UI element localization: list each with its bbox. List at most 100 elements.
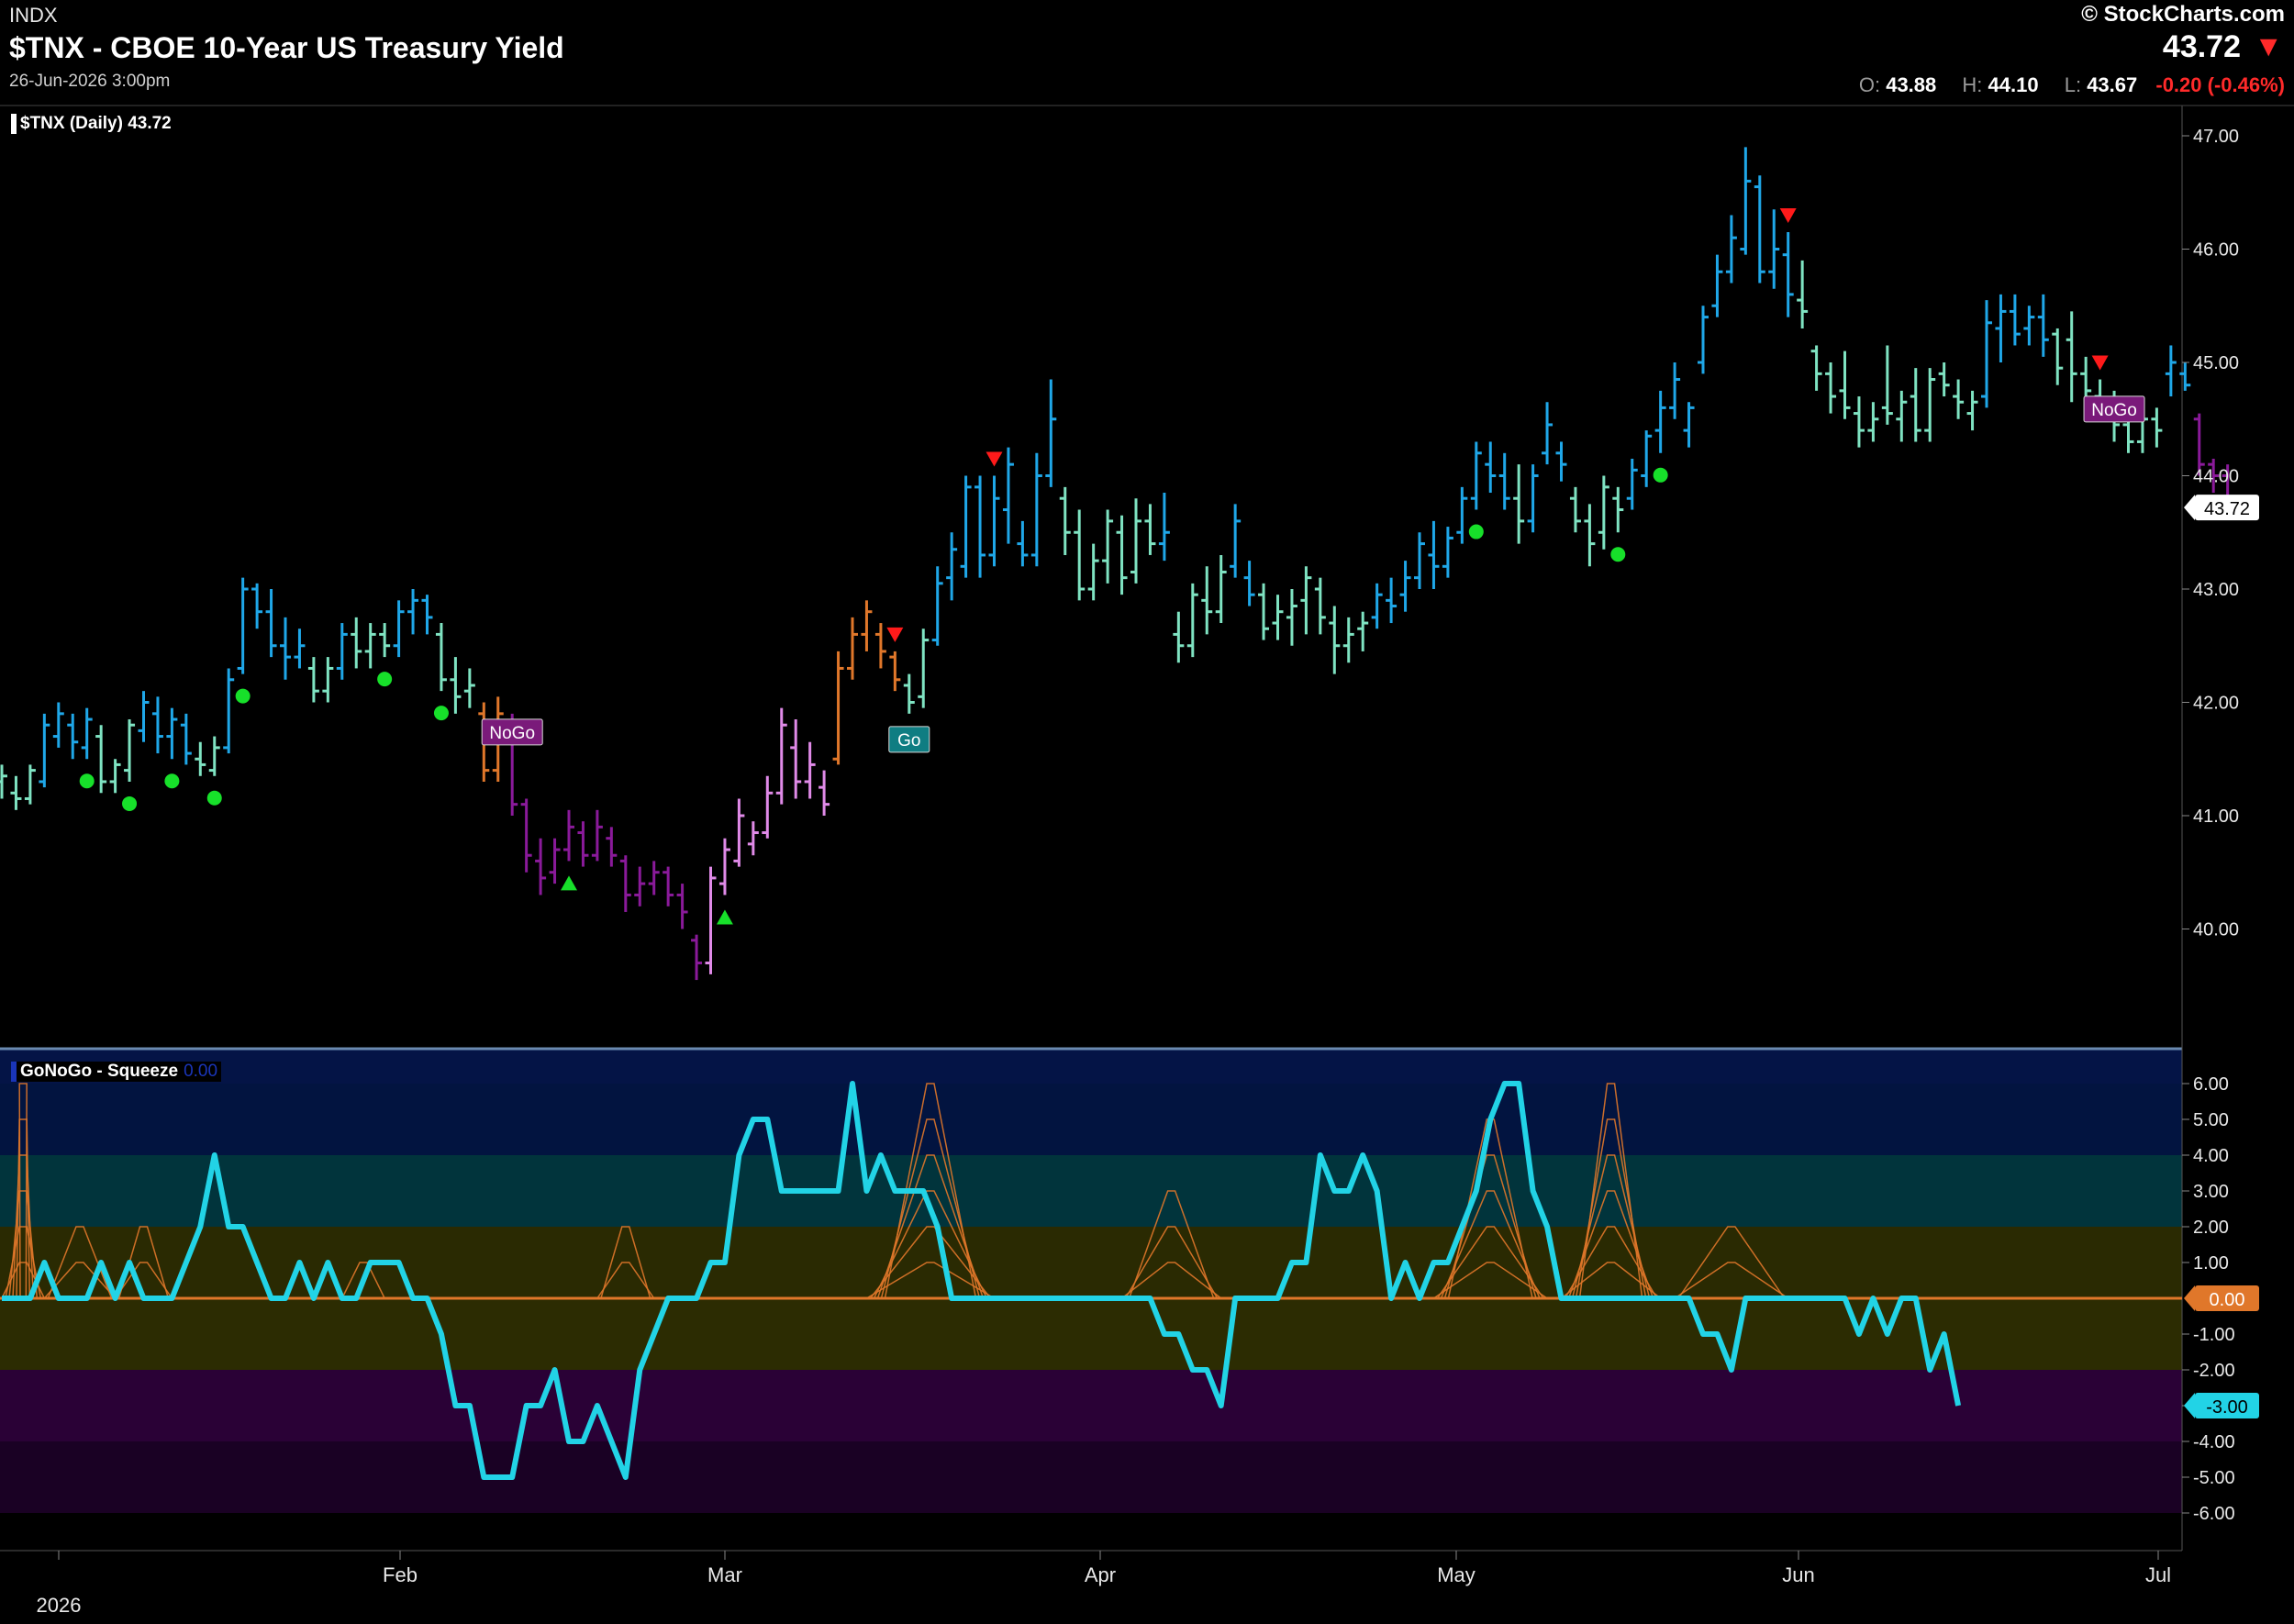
badge-text: 43.72 [2204,499,2250,519]
price-tick-label: 42.00 [2193,694,2239,714]
ohlc-bar [691,934,703,981]
ohlc-bar [1669,362,1681,419]
ohlc-bar [180,713,192,765]
down-triangle-marker [1779,207,1797,223]
up-triangle-marker [716,909,733,925]
ohlc-bar [1300,566,1312,635]
ohlc-bar [1186,583,1198,658]
price-tick-label: 45.00 [2193,353,2239,373]
ohlc-bar [520,798,532,873]
ohlc-bar [861,600,873,651]
ohlc-bar [1995,294,2007,362]
signal-flags: NoGo Go NoGo [481,395,2145,753]
zone-band-0 [0,1048,2182,1084]
price-bars [0,147,2233,981]
down-triangle-marker [886,627,904,642]
ohlc-bar [804,741,816,799]
ohlc-bar [1598,475,1609,550]
zero-value-badge: 0.00 [2184,1285,2259,1311]
ohlc-bar [1158,493,1170,562]
ohlc-bar [832,651,844,765]
ohlc-bar [874,623,886,669]
price-tick-label: 41.00 [2193,806,2239,827]
ohlc-bar [733,798,745,867]
ohlc-bar [918,628,930,708]
go-dot-marker [235,688,251,704]
ohlc-bar [1144,504,1156,555]
ohlc-bar [1258,583,1270,640]
nogo-flag: NoGo [481,718,543,746]
ohlc-bar [1342,617,1354,663]
down-triangle-marker [2091,355,2109,371]
year-label: 2026 [37,1594,82,1617]
osc-tick-label: 3.00 [2193,1182,2229,1202]
ohlc-bar [1074,509,1086,601]
ohlc-bar [1683,402,1695,448]
ohlc-bar [1641,430,1653,487]
ohlc-bar [931,566,943,646]
flag-label: NoGo [489,724,535,743]
ohlc-bar [549,838,561,884]
go-dot-marker [1468,524,1484,539]
price-tick-label: 46.00 [2193,240,2239,261]
ohlc-bar [1740,147,1752,255]
ohlc-bar [676,884,688,929]
ohlc-bar [2165,345,2177,397]
ohlc-bar [208,736,220,776]
ohlc-bar [1754,175,1765,284]
ohlc-bar [81,707,93,760]
go-dot-marker [164,773,180,789]
go-dot-marker [433,706,449,721]
ohlc-bar [1201,566,1213,635]
go-dot-marker [1653,467,1668,483]
ohlc-bar [1116,515,1128,595]
x-tick-label: Jul [2145,1563,2171,1586]
ohlc-bar [960,475,972,578]
chart-canvas: NoGo Go NoGo 40.00 41.00 42.00 43.00 44.00 45.0… [0,105,2294,1617]
badge-pointer [2184,495,2195,521]
ohlc-bar [1626,458,1638,510]
ohlc-bar [818,770,830,816]
ohlc-bar [463,668,475,708]
price-tick-label: 43.00 [2193,580,2239,600]
ohlc-bar [322,657,334,703]
ohlc-bar [1555,441,1567,482]
ohlc-bar [535,838,547,895]
ohlc-bar [1442,527,1453,578]
ohlc-bar [166,707,178,760]
ohlc-bar [2052,328,2064,385]
ohlc-bar [1059,486,1071,555]
ohlc-bar [1910,368,1921,442]
ohlc-bar [889,651,901,692]
ohlc-bar [379,623,391,658]
ohlc-bar [563,809,574,862]
ohlc-bar [946,532,958,601]
ohlc-bar [151,696,163,754]
x-tick-label: Mar [707,1563,742,1586]
ohlc-bar [1768,209,1780,289]
ohlc-bar [351,617,362,669]
x-tick-label: May [1437,1563,1476,1586]
ohlc-bar [1654,390,1666,453]
ohlc-bar [1130,498,1141,584]
flag-label: NoGo [2091,401,2137,420]
ohlc-bar [1498,452,1510,510]
ohlc-bar [1030,452,1042,567]
badge-pointer [2184,1393,2195,1418]
ohlc-bar [1513,464,1525,544]
ohlc-bar [1797,260,1809,328]
osc-last-badge: -3.00 [2184,1393,2259,1418]
ohlc-bar [1938,362,1950,397]
price-legend: $TNX (Daily) 43.72 [11,114,175,134]
ohlc-bar [421,595,433,635]
ohlc-bar [1527,464,1539,533]
ohlc-bar [974,475,986,578]
ohlc-bar [1386,577,1398,624]
ohlc-bar [1542,402,1553,465]
ohlc-bar [1243,561,1255,606]
osc-tick-label: -5.00 [2193,1468,2235,1488]
osc-tick-label: -2.00 [2193,1361,2235,1381]
ohlc-bar [663,866,674,907]
badge-text: 0.00 [2210,1290,2245,1310]
ohlc-bar [336,623,348,680]
